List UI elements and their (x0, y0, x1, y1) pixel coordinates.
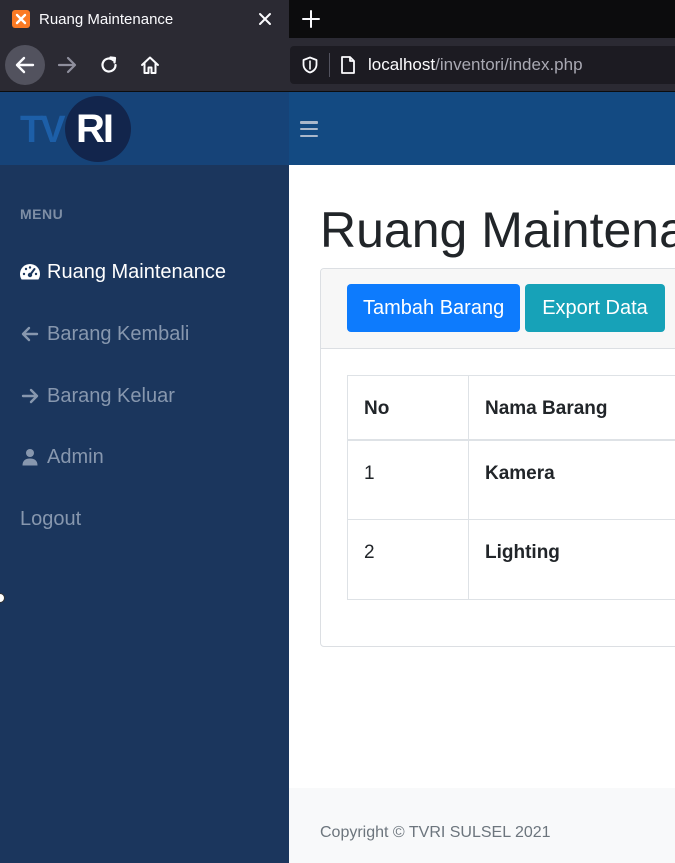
table-header-row: No Nama Barang (347, 375, 675, 441)
url-bar[interactable]: localhost/inventori/index.php (290, 46, 675, 84)
browser-tab-bar: Ruang Maintenance (0, 0, 675, 38)
sidebar-item-barang-keluar[interactable]: Barang Keluar (0, 376, 289, 416)
svg-text:TV: TV (20, 109, 66, 151)
card-header: Tambah Barang Export Data (321, 269, 675, 349)
brand[interactable]: TV RI (0, 92, 289, 165)
sidebar-item-label: Logout (20, 507, 82, 530)
close-icon[interactable] (255, 9, 275, 29)
table-row: 1 Kamera (347, 439, 675, 520)
browser-nav-bar: localhost/inventori/index.php (0, 38, 675, 92)
export-data-button[interactable]: Export Data (525, 284, 665, 332)
arrow-left-icon (19, 323, 41, 345)
svg-text:RI: RI (76, 107, 112, 151)
sidebar-item-logout[interactable]: Logout (0, 499, 289, 539)
tachometer-icon (19, 261, 41, 283)
home-button[interactable] (130, 45, 170, 85)
add-item-button[interactable]: Tambah Barang (347, 284, 520, 332)
sidebar-item-label: Barang Keluar (47, 384, 175, 407)
items-table: No Nama Barang 1 Kamera 2 Lighting (347, 375, 675, 600)
shield-icon[interactable] (300, 55, 320, 75)
mouse-cursor (0, 593, 5, 603)
sidebar-item-barang-kembali[interactable]: Barang Kembali (0, 314, 289, 354)
sidebar-heading: MENU (20, 206, 64, 222)
page-title: Ruang Maintenance (320, 202, 675, 258)
sidebar: MENU Ruang Maintenance Barang Kembali Ba… (0, 165, 289, 863)
cell-nama-barang: Kamera (468, 439, 675, 520)
plus-icon[interactable] (298, 6, 324, 32)
back-button[interactable] (5, 45, 45, 85)
home-icon (141, 56, 159, 74)
tab-title: Ruang Maintenance (39, 10, 174, 28)
app-header: TV RI (0, 92, 675, 165)
cell-nama-barang: Lighting (468, 519, 675, 600)
arrow-right-icon (19, 385, 41, 407)
url-separator (329, 53, 330, 77)
column-header-nama-barang[interactable]: Nama Barang (468, 375, 675, 441)
forward-button[interactable] (47, 45, 87, 85)
table-row: 2 Lighting (347, 519, 675, 600)
sidebar-item-label: Admin (47, 445, 104, 468)
cell-no: 2 (347, 519, 469, 600)
main-content: Ruang Maintenance Tambah Barang Export D… (289, 165, 675, 863)
sidebar-item-label: Barang Kembali (47, 322, 190, 345)
sidebar-item-admin[interactable]: Admin (0, 437, 289, 477)
tvri-logo: TV RI (20, 96, 131, 162)
xampp-icon (12, 10, 30, 28)
user-icon (19, 446, 41, 468)
arrow-left-icon (15, 56, 35, 74)
copyright-text: Copyright © TVRI SULSEL 2021 (320, 824, 551, 841)
content-card: Tambah Barang Export Data No Nama Barang… (320, 268, 675, 647)
url-path: /inventori/index.php (435, 55, 583, 74)
column-header-no[interactable]: No (347, 375, 469, 441)
reload-button[interactable] (89, 45, 129, 85)
sidebar-item-label: Ruang Maintenance (47, 260, 227, 283)
url-text[interactable]: localhost/inventori/index.php (368, 55, 583, 75)
reload-icon (101, 56, 117, 73)
arrow-right-icon (57, 56, 77, 74)
cell-no: 1 (347, 439, 469, 520)
hamburger-icon[interactable] (298, 118, 320, 140)
sidebar-item-ruang-maintenance[interactable]: Ruang Maintenance (0, 252, 289, 292)
footer: Copyright © TVRI SULSEL 2021 (289, 788, 675, 863)
browser-tab[interactable]: Ruang Maintenance (0, 0, 289, 38)
url-host: localhost (368, 55, 436, 74)
page-icon[interactable] (338, 55, 358, 75)
